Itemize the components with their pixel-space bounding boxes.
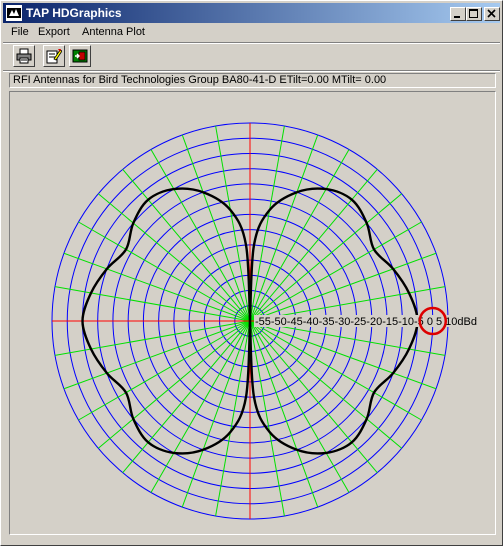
toolbar — [3, 44, 500, 70]
polar-pattern-chart: -55-50-45-40-35-30-25-20-15-10-5 0 5 10d… — [51, 122, 490, 520]
ring-labels: -55-50-45-40-35-30-25-20-15-10-5 0 5 10d… — [254, 315, 490, 328]
antenna-info-text: RFI Antennas for Bird Technologies Group… — [13, 74, 387, 86]
maximize-button[interactable] — [466, 7, 482, 21]
edit-button[interactable] — [43, 45, 65, 67]
maximize-icon — [469, 9, 478, 18]
antenna-plot-area: -55-50-45-40-35-30-25-20-15-10-5 0 5 10d… — [9, 91, 496, 535]
close-button[interactable] — [484, 7, 500, 21]
toolbar-separator — [3, 70, 500, 72]
app-window: TAP HDGraphics File Export Antenna Plot — [0, 0, 503, 546]
edit-pencil-icon — [46, 49, 62, 64]
menu-bar: File Export Antenna Plot — [3, 24, 500, 42]
printer-icon — [16, 48, 32, 64]
window-title: TAP HDGraphics — [26, 6, 122, 20]
close-icon — [487, 9, 496, 18]
antenna-info-bar: RFI Antennas for Bird Technologies Group… — [9, 73, 496, 88]
exit-button[interactable] — [69, 45, 91, 67]
minimize-icon — [454, 16, 460, 18]
menu-antenna-plot[interactable]: Antenna Plot — [82, 26, 145, 38]
print-button[interactable] — [13, 45, 35, 67]
tap-app-icon — [6, 5, 22, 21]
minimize-button[interactable] — [450, 7, 466, 21]
exit-door-icon — [72, 49, 88, 63]
menu-file[interactable]: File — [11, 26, 29, 38]
title-bar[interactable]: TAP HDGraphics — [3, 3, 500, 23]
menu-export[interactable]: Export — [38, 26, 70, 38]
